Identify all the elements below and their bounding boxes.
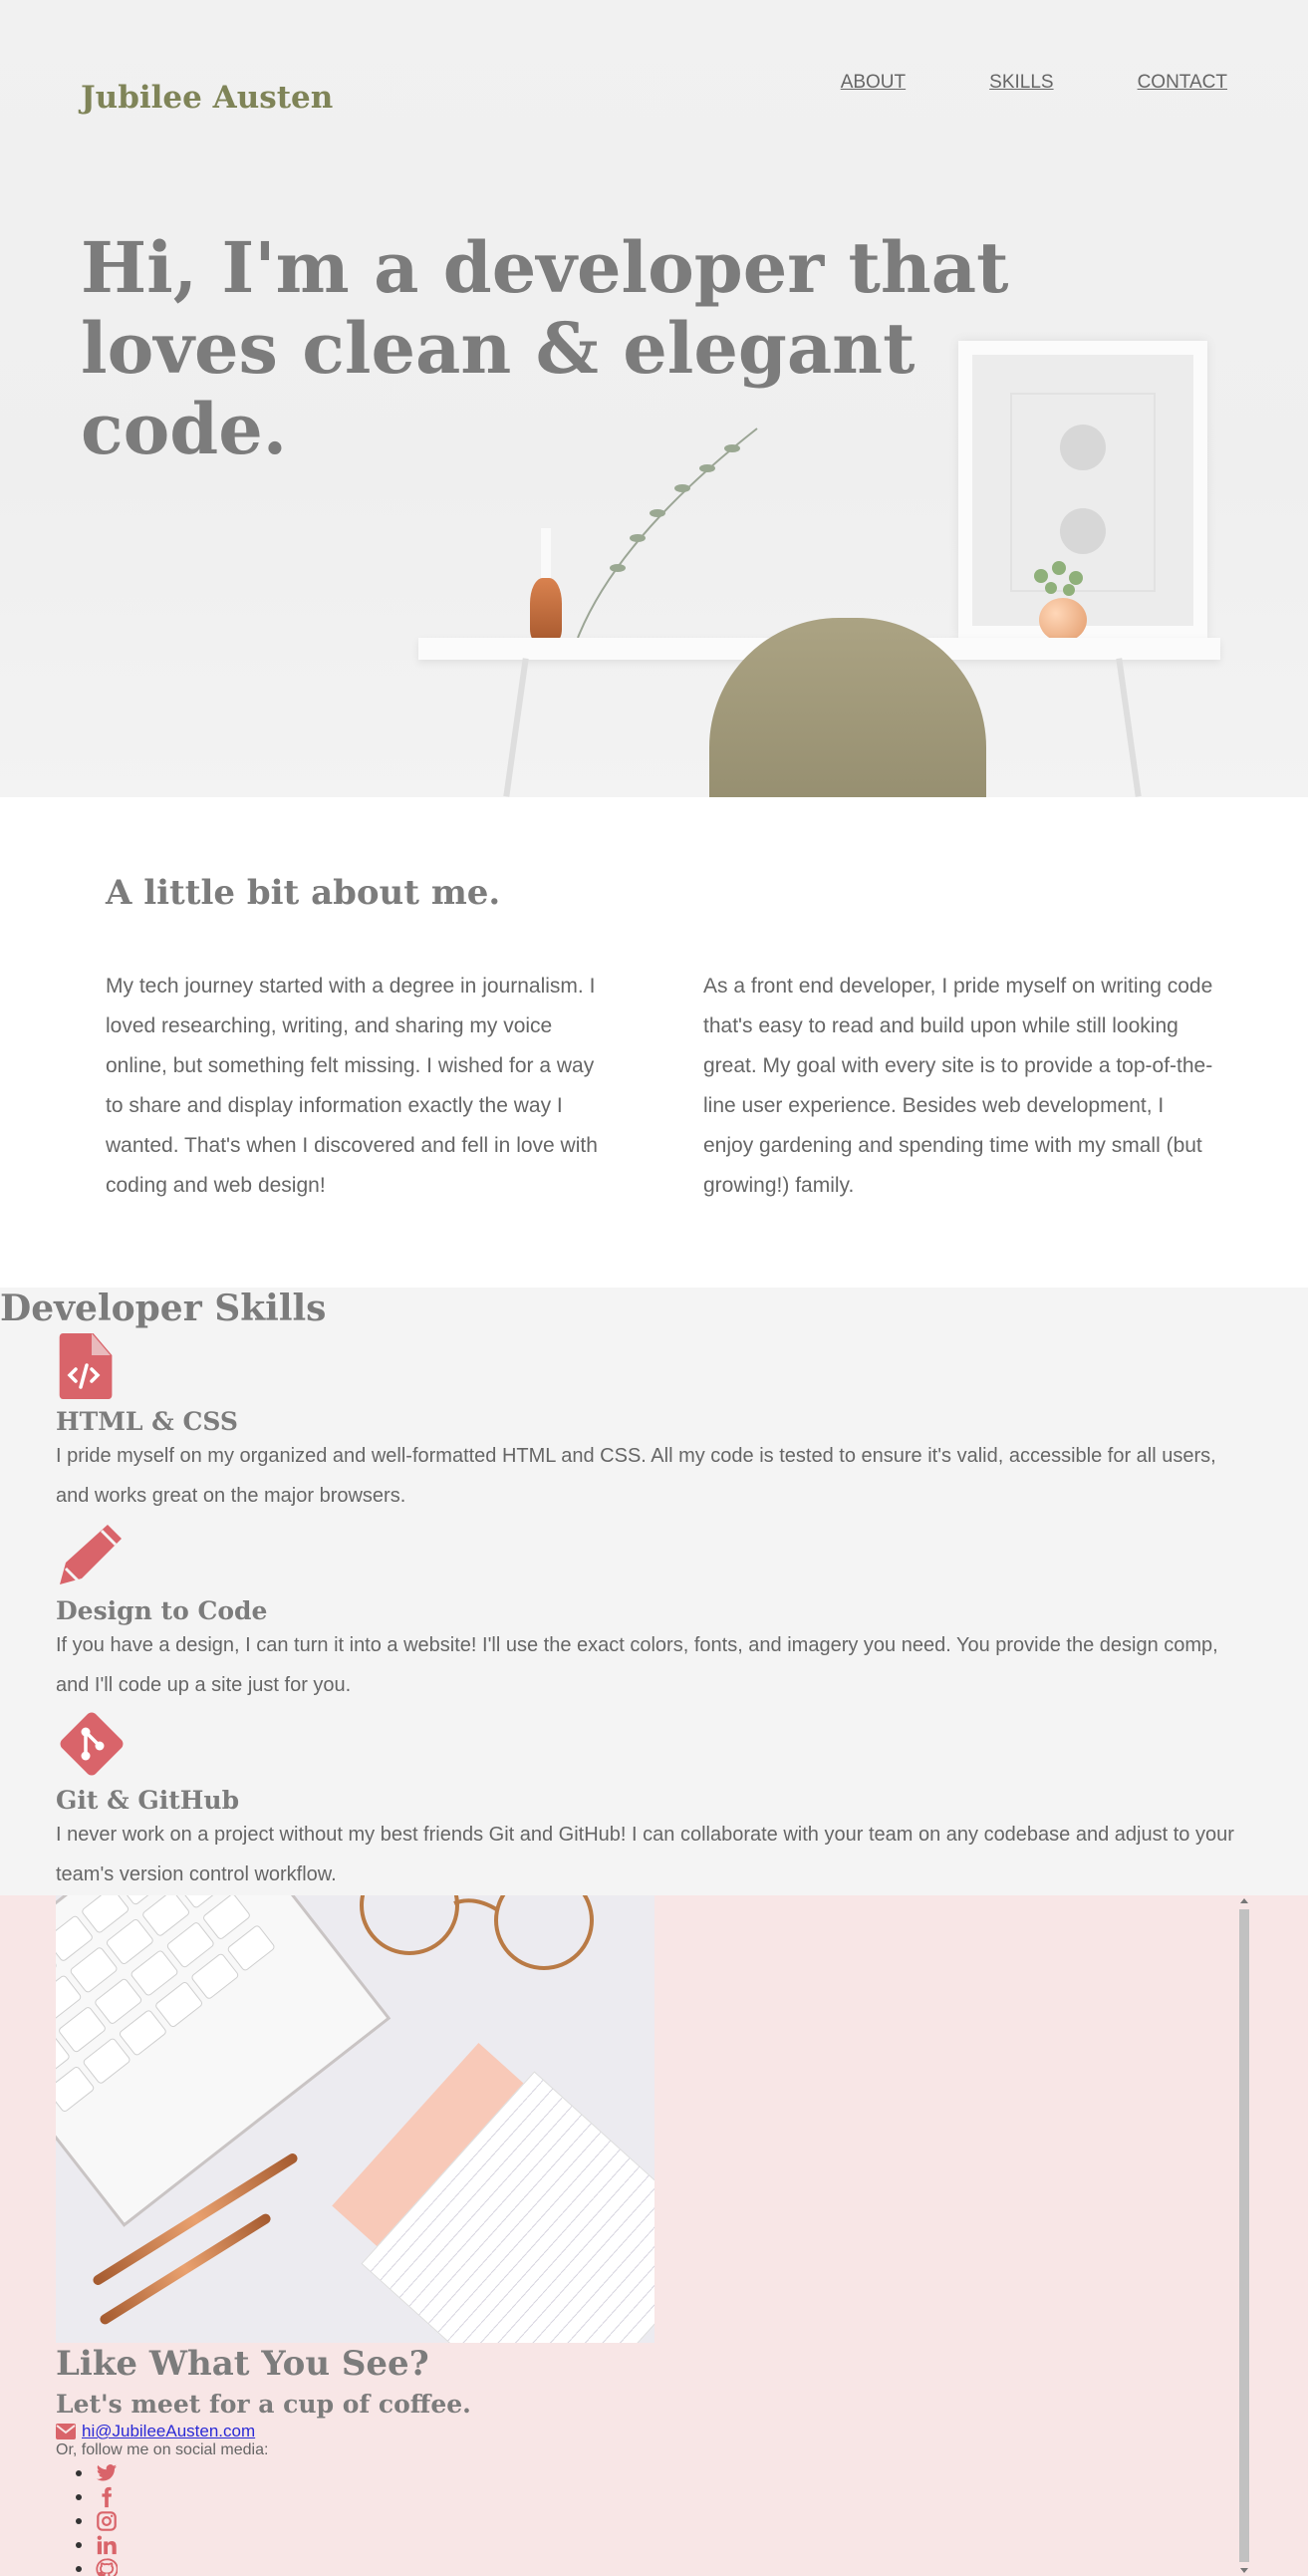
hero-title: Hi, I'm a developer that loves clean & e… bbox=[81, 226, 1009, 470]
scroll-up-arrow[interactable] bbox=[1240, 1898, 1248, 1903]
file-code-icon bbox=[59, 1333, 113, 1399]
glasses bbox=[360, 1895, 594, 1970]
brand-logo[interactable]: Jubilee Austen bbox=[81, 80, 333, 116]
social-item bbox=[76, 2557, 118, 2576]
instagram-icon[interactable] bbox=[96, 2510, 118, 2532]
contact-heading: Like What You See? bbox=[56, 2344, 429, 2384]
nav-contact[interactable]: CONTACT bbox=[1138, 72, 1227, 94]
social-item bbox=[76, 2461, 118, 2485]
contact-scrollbar[interactable] bbox=[1237, 1895, 1251, 2576]
desk-photo bbox=[56, 1895, 654, 2343]
scroll-down-arrow[interactable] bbox=[1240, 2568, 1248, 2573]
email-link[interactable]: hi@JubileeAusten.com bbox=[82, 2422, 255, 2441]
about-heading: A little bit about me. bbox=[106, 873, 501, 913]
twitter-icon[interactable] bbox=[96, 2462, 118, 2484]
skills-heading: Developer Skills bbox=[0, 1288, 327, 1329]
github-icon[interactable] bbox=[96, 2558, 118, 2576]
envelope-icon bbox=[56, 2424, 76, 2439]
skill-design-to-code: Design to Code If you have a design, I c… bbox=[56, 1519, 1251, 1705]
main-nav: ABOUT SKILLS CONTACT bbox=[841, 72, 1227, 94]
skill-title: Design to Code bbox=[56, 1596, 268, 1625]
hero-section: Jubilee Austen ABOUT SKILLS CONTACT Hi, … bbox=[0, 0, 1308, 797]
small-plant bbox=[1034, 561, 1083, 596]
scroll-thumb[interactable] bbox=[1239, 1909, 1249, 2562]
about-text-1: My tech journey started with a degree in… bbox=[106, 975, 598, 1197]
skill-text: I never work on a project without my bes… bbox=[56, 1824, 1234, 1885]
email-row: hi@JubileeAusten.com bbox=[56, 2422, 255, 2441]
facebook-icon[interactable] bbox=[96, 2486, 118, 2508]
skill-title: HTML & CSS bbox=[56, 1407, 238, 1436]
skill-title: Git & GitHub bbox=[56, 1786, 240, 1815]
pencil-icon bbox=[60, 1525, 122, 1584]
social-list bbox=[76, 2461, 118, 2576]
skill-git-github: Git & GitHub I never work on a project w… bbox=[56, 1708, 1251, 1894]
nav-about[interactable]: ABOUT bbox=[841, 72, 906, 94]
contact-section: Like What You See? Let's meet for a cup … bbox=[0, 1895, 1308, 2576]
skill-text: If you have a design, I can turn it into… bbox=[56, 1634, 1218, 1696]
social-item bbox=[76, 2533, 118, 2557]
contact-subheading: Let's meet for a cup of coffee. bbox=[56, 2390, 471, 2419]
social-item bbox=[76, 2509, 118, 2533]
nav-skills[interactable]: SKILLS bbox=[989, 72, 1053, 94]
git-icon bbox=[60, 1712, 124, 1776]
skills-section: Developer Skills HTML & CSS I pride myse… bbox=[0, 1288, 1308, 1895]
about-text-2: As a front end developer, I pride myself… bbox=[703, 975, 1213, 1197]
linkedin-icon[interactable] bbox=[96, 2534, 118, 2556]
social-item bbox=[76, 2485, 118, 2509]
candle bbox=[541, 528, 551, 580]
follow-text: Or, follow me on social media: bbox=[56, 2441, 269, 2458]
skill-text: I pride myself on my organized and well-… bbox=[56, 1445, 1216, 1507]
skill-html-css: HTML & CSS I pride myself on my organize… bbox=[56, 1329, 1251, 1516]
about-section: A little bit about me. My tech journey s… bbox=[0, 797, 1308, 1288]
